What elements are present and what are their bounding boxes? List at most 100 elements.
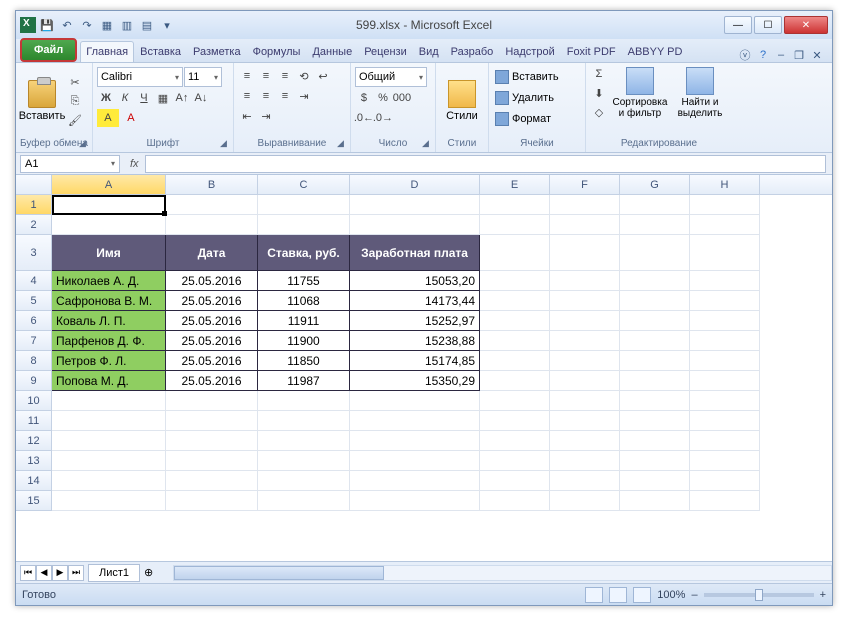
cell-B15[interactable] <box>166 491 258 511</box>
percent-icon[interactable]: % <box>374 89 392 107</box>
doc-minimize-icon[interactable]: – <box>774 48 788 62</box>
cell-D2[interactable] <box>350 215 480 235</box>
cell-B3[interactable]: Дата <box>166 235 258 271</box>
fill-color-button[interactable]: A <box>97 109 119 127</box>
cell-F4[interactable] <box>550 271 620 291</box>
cell-G1[interactable] <box>620 195 690 215</box>
grow-font-icon[interactable]: A↑ <box>173 89 191 107</box>
cell-A3[interactable]: Имя <box>52 235 166 271</box>
cell-H12[interactable] <box>690 431 760 451</box>
tab-abbyy[interactable]: ABBYY PD <box>622 41 689 62</box>
cell-F10[interactable] <box>550 391 620 411</box>
row-header-11[interactable]: 11 <box>16 411 52 431</box>
undo-icon[interactable]: ↶ <box>58 16 76 34</box>
save-icon[interactable]: 💾 <box>38 16 56 34</box>
cell-A1[interactable] <box>52 195 166 215</box>
number-launcher-icon[interactable]: ◢ <box>422 138 429 149</box>
cell-D12[interactable] <box>350 431 480 451</box>
tab-foxit[interactable]: Foxit PDF <box>561 41 622 62</box>
col-header-a[interactable]: A <box>52 175 166 194</box>
cell-F5[interactable] <box>550 291 620 311</box>
cell-G12[interactable] <box>620 431 690 451</box>
merge-icon[interactable]: ⇥ <box>295 87 313 105</box>
cell-A13[interactable] <box>52 451 166 471</box>
cell-F12[interactable] <box>550 431 620 451</box>
cell-H3[interactable] <box>690 235 760 271</box>
bold-button[interactable]: Ж <box>97 89 115 107</box>
cell-G5[interactable] <box>620 291 690 311</box>
cell-E5[interactable] <box>480 291 550 311</box>
cell-G7[interactable] <box>620 331 690 351</box>
cell-H9[interactable] <box>690 371 760 391</box>
col-header-c[interactable]: C <box>258 175 350 194</box>
font-color-button[interactable]: A <box>120 109 142 127</box>
cell-A11[interactable] <box>52 411 166 431</box>
cell-H8[interactable] <box>690 351 760 371</box>
view-pagebreak-icon[interactable] <box>633 587 651 603</box>
cell-G11[interactable] <box>620 411 690 431</box>
sort-filter-button[interactable]: Сортировка и фильтр <box>610 65 670 121</box>
formula-input[interactable] <box>145 155 826 173</box>
row-header-5[interactable]: 5 <box>16 291 52 311</box>
sheet-nav-next-icon[interactable]: ▶ <box>52 565 68 581</box>
cell-H14[interactable] <box>690 471 760 491</box>
sheet-nav-prev-icon[interactable]: ◀ <box>36 565 52 581</box>
shrink-font-icon[interactable]: A↓ <box>192 89 210 107</box>
format-painter-icon[interactable]: 🖌 <box>66 111 84 129</box>
cell-B4[interactable]: 25.05.2016 <box>166 271 258 291</box>
redo-icon[interactable]: ↷ <box>78 16 96 34</box>
row-header-4[interactable]: 4 <box>16 271 52 291</box>
cell-E2[interactable] <box>480 215 550 235</box>
col-header-b[interactable]: B <box>166 175 258 194</box>
cell-C14[interactable] <box>258 471 350 491</box>
font-size-combo[interactable]: 11▾ <box>184 67 222 87</box>
align-top-icon[interactable]: ≡ <box>238 67 256 85</box>
minimize-button[interactable]: — <box>724 16 752 34</box>
cell-B5[interactable]: 25.05.2016 <box>166 291 258 311</box>
row-header-6[interactable]: 6 <box>16 311 52 331</box>
number-format-combo[interactable]: Общий▾ <box>355 67 427 87</box>
cell-H5[interactable] <box>690 291 760 311</box>
find-select-button[interactable]: Найти и выделить <box>672 65 728 121</box>
cell-E9[interactable] <box>480 371 550 391</box>
cell-H2[interactable] <box>690 215 760 235</box>
cell-H11[interactable] <box>690 411 760 431</box>
zoom-in-icon[interactable]: + <box>820 589 826 601</box>
cell-A9[interactable]: Попова М. Д. <box>52 371 166 391</box>
cell-G6[interactable] <box>620 311 690 331</box>
cell-A14[interactable] <box>52 471 166 491</box>
cell-D3[interactable]: Заработная плата <box>350 235 480 271</box>
cell-A5[interactable]: Сафронова В. М. <box>52 291 166 311</box>
row-header-10[interactable]: 10 <box>16 391 52 411</box>
cell-G8[interactable] <box>620 351 690 371</box>
col-header-e[interactable]: E <box>480 175 550 194</box>
cell-C7[interactable]: 11900 <box>258 331 350 351</box>
close-button[interactable]: ✕ <box>784 16 828 34</box>
col-header-h[interactable]: H <box>690 175 760 194</box>
cell-D15[interactable] <box>350 491 480 511</box>
name-box[interactable]: A1▾ <box>20 155 120 173</box>
tab-developer[interactable]: Разрабо <box>445 41 500 62</box>
qat-more-icon[interactable]: ▾ <box>158 16 176 34</box>
cell-F3[interactable] <box>550 235 620 271</box>
cell-C6[interactable]: 11911 <box>258 311 350 331</box>
orientation-icon[interactable]: ⟲ <box>295 67 313 85</box>
cell-D8[interactable]: 15174,85 <box>350 351 480 371</box>
horizontal-scrollbar[interactable] <box>173 565 832 581</box>
cell-G4[interactable] <box>620 271 690 291</box>
cell-A2[interactable] <box>52 215 166 235</box>
cut-icon[interactable]: ✂ <box>66 73 84 91</box>
cell-D1[interactable] <box>350 195 480 215</box>
tab-view[interactable]: Вид <box>413 41 445 62</box>
cell-D14[interactable] <box>350 471 480 491</box>
insert-cells-button[interactable]: Вставить <box>493 67 581 87</box>
cell-E15[interactable] <box>480 491 550 511</box>
currency-icon[interactable]: $ <box>355 89 373 107</box>
cell-B6[interactable]: 25.05.2016 <box>166 311 258 331</box>
cell-E13[interactable] <box>480 451 550 471</box>
cell-F14[interactable] <box>550 471 620 491</box>
fx-icon[interactable]: fx <box>130 158 139 170</box>
delete-cells-button[interactable]: Удалить <box>493 88 581 108</box>
hscroll-thumb[interactable] <box>174 566 384 580</box>
cell-D11[interactable] <box>350 411 480 431</box>
